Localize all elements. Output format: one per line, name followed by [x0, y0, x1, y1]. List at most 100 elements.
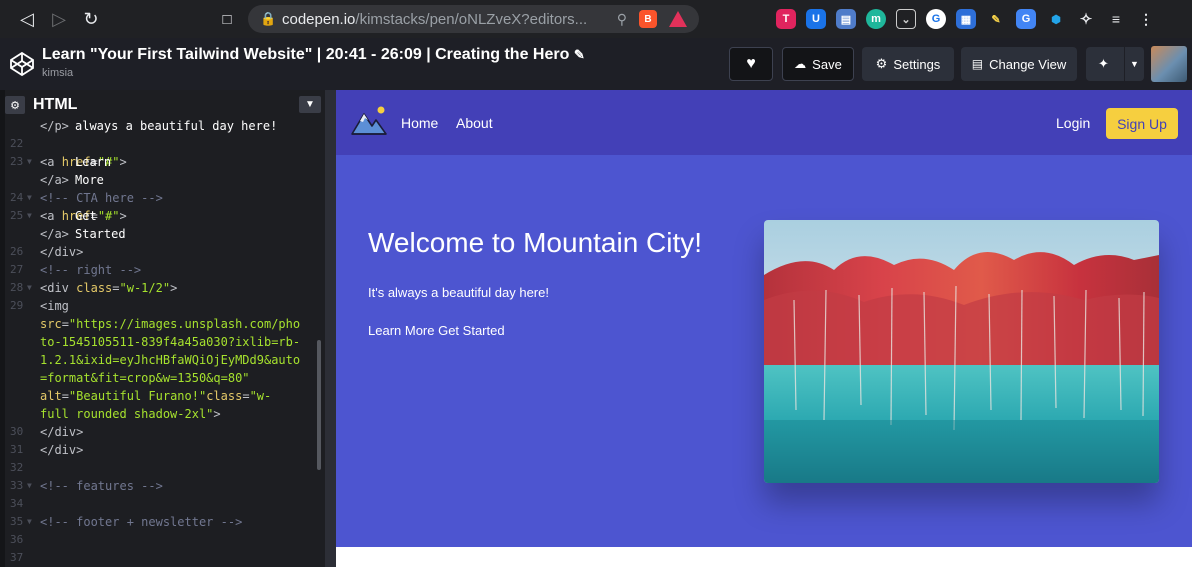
extension-icon[interactable]: m — [866, 9, 886, 29]
nav-about-link[interactable]: About — [456, 115, 493, 131]
code-line[interactable]: 30 </div> — [5, 423, 320, 441]
avatar[interactable] — [1151, 46, 1187, 82]
site-navbar: Home About Login Sign Up — [336, 90, 1192, 155]
code-text: <div class="w-1/2"> — [40, 281, 178, 295]
back-icon[interactable]: ◁ — [11, 0, 43, 38]
hero-cta-links[interactable]: Learn More Get Started — [368, 323, 505, 338]
code-text: <a href="#"> Learn — [40, 155, 127, 169]
chevron-down-icon[interactable]: ▼ — [299, 96, 321, 113]
code-line[interactable]: 33 ▼ <!-- features --> — [5, 477, 320, 495]
bookmark-icon[interactable]: □ — [210, 11, 244, 28]
code-line[interactable]: 1.2.1&ixid=eyJhcHBfaWQiOjEyMDd9&auto — [5, 351, 320, 369]
code-line[interactable]: alt="Beautiful Furano!" class="w- — [5, 387, 320, 405]
preview-pane: Home About Login Sign Up Welcome to Moun… — [336, 90, 1192, 567]
code-line[interactable]: 32 — [5, 459, 320, 477]
pane-resizer[interactable] — [325, 90, 336, 567]
code-line[interactable]: Started </a> — [5, 225, 320, 243]
forward-icon[interactable]: ▷ — [43, 0, 75, 38]
code-line[interactable]: 35 ▼ <!-- footer + newsletter --> — [5, 513, 320, 531]
line-number: 32 — [10, 461, 24, 474]
document-icon[interactable]: ▤ — [836, 9, 856, 29]
code-line[interactable]: More </a> — [5, 171, 320, 189]
code-line[interactable]: full rounded shadow-2xl"> — [5, 405, 320, 423]
fold-arrow-icon[interactable]: ▼ — [27, 477, 32, 495]
fold-arrow-icon[interactable]: ▼ — [27, 207, 32, 225]
code-text: full rounded shadow-2xl"> — [40, 407, 221, 421]
code-line[interactable]: 37 — [5, 549, 320, 567]
codepen-header: Learn "Your First Tailwind Website" | 20… — [0, 38, 1192, 90]
code-text: 1.2.1&ixid=eyJhcHBfaWQiOjEyMDd9&auto — [40, 353, 301, 367]
code-line[interactable]: src="https://images.unsplash.com/pho — [5, 315, 320, 333]
editor-scrollbar[interactable] — [317, 340, 321, 470]
login-link[interactable]: Login — [1056, 115, 1090, 131]
code-text: <a href="#"> Get — [40, 209, 127, 223]
fold-arrow-icon[interactable]: ▼ — [27, 153, 32, 171]
chevron-down-icon[interactable]: ▼ — [1124, 47, 1144, 81]
pin-button[interactable]: ✦ ▼ — [1086, 47, 1144, 81]
extension-icon[interactable]: U — [806, 9, 826, 29]
code-line[interactable]: 27 <!-- right --> — [5, 261, 320, 279]
pencil-icon[interactable]: ✎ — [986, 9, 1006, 29]
save-button[interactable]: ☁ Save — [782, 47, 854, 81]
code-line[interactable]: always a beautiful day here! </p> — [5, 117, 320, 135]
line-number: 26 — [10, 245, 24, 258]
pen-title[interactable]: Learn "Your First Tailwind Website" | 20… — [42, 46, 585, 64]
url-text: codepen.io/kimstacks/pen/oNLZveX?editors… — [282, 10, 588, 28]
hexagon-icon[interactable]: ⬢ — [1046, 9, 1066, 29]
codepen-logo-icon[interactable] — [9, 51, 35, 77]
code-text: <!-- features --> — [40, 479, 163, 493]
hero-image — [764, 220, 1159, 483]
line-number: 36 — [10, 533, 24, 546]
change-view-button[interactable]: ▤ Change View — [961, 47, 1077, 81]
settings-button[interactable]: ⚙ Settings — [862, 47, 954, 81]
code-line[interactable]: 34 — [5, 495, 320, 513]
menu-icon[interactable]: ⋮ — [1136, 9, 1156, 29]
nav-home-link[interactable]: Home — [401, 115, 438, 131]
code-line[interactable]: 28 ▼ <div class="w-1/2"> — [5, 279, 320, 297]
line-number: 30 — [10, 425, 24, 438]
playlist-icon[interactable]: ≡ — [1106, 9, 1126, 29]
cloud-icon: ☁ — [794, 57, 807, 71]
code-text: to-1545105511-839f4a45a030?ixlib=rb- — [40, 335, 301, 349]
code-text: <!-- CTA here --> — [40, 191, 163, 205]
extension-icon[interactable]: ▦ — [956, 9, 976, 29]
pin-icon: ✦ — [1098, 56, 1109, 71]
code-line[interactable]: 31 </div> — [5, 441, 320, 459]
fold-arrow-icon[interactable]: ▼ — [27, 189, 32, 207]
brave-rewards-icon[interactable] — [669, 11, 687, 27]
mountain-logo-icon[interactable] — [350, 104, 388, 138]
pen-author[interactable]: kimsia — [42, 67, 73, 79]
code-line[interactable]: 26 </div> — [5, 243, 320, 261]
code-area[interactable]: always a beautiful day here! </p> 22 23 ▼ <a… — [5, 117, 320, 567]
pocket-icon[interactable]: ⌄ — [896, 9, 916, 29]
line-number: 29 — [10, 299, 24, 312]
extension-icon[interactable]: T — [776, 9, 796, 29]
code-line[interactable]: 23 ▼ <a href="#"> Learn — [5, 153, 320, 171]
code-line[interactable]: 29 <img — [5, 297, 320, 315]
code-text: Started </a> — [40, 227, 126, 241]
code-line[interactable]: =format&fit=crop&w=1350&q=80" — [5, 369, 320, 387]
editor-settings-icon[interactable]: ⚙ — [5, 96, 25, 114]
brave-shield-icon[interactable]: B — [639, 10, 657, 28]
zoom-icon[interactable]: ⚲ — [617, 11, 627, 28]
fold-arrow-icon[interactable]: ▼ — [27, 513, 32, 531]
address-bar[interactable]: 🔒 codepen.io/kimstacks/pen/oNLZveX?edito… — [248, 5, 699, 33]
layout-icon: ▤ — [971, 57, 984, 71]
extension-icon[interactable]: G — [926, 9, 946, 29]
love-button[interactable]: ♥ — [729, 47, 773, 81]
code-line[interactable]: 25 ▼ <a href="#"> Get — [5, 207, 320, 225]
edit-pencil-icon[interactable]: ✎ — [574, 47, 585, 62]
code-line[interactable]: 36 — [5, 531, 320, 549]
code-line[interactable]: 24 ▼ <!-- CTA here --> — [5, 189, 320, 207]
reload-icon[interactable]: ↻ — [75, 0, 107, 38]
code-line[interactable]: 22 — [5, 135, 320, 153]
fold-arrow-icon[interactable]: ▼ — [27, 279, 32, 297]
puzzle-icon[interactable]: ✧ — [1076, 9, 1096, 29]
editor-label: HTML — [33, 96, 78, 113]
html-editor[interactable]: ⚙ HTML ▼ always a beautiful day here! </p… — [0, 90, 325, 567]
code-line[interactable]: to-1545105511-839f4a45a030?ixlib=rb- — [5, 333, 320, 351]
hero-subtitle: It's always a beautiful day here! — [368, 285, 549, 300]
browser-toolbar: ◁ ▷ ↻ □ 🔒 codepen.io/kimstacks/pen/oNLZv… — [0, 0, 1192, 38]
signup-button[interactable]: Sign Up — [1106, 108, 1178, 139]
translate-icon[interactable]: G — [1016, 9, 1036, 29]
